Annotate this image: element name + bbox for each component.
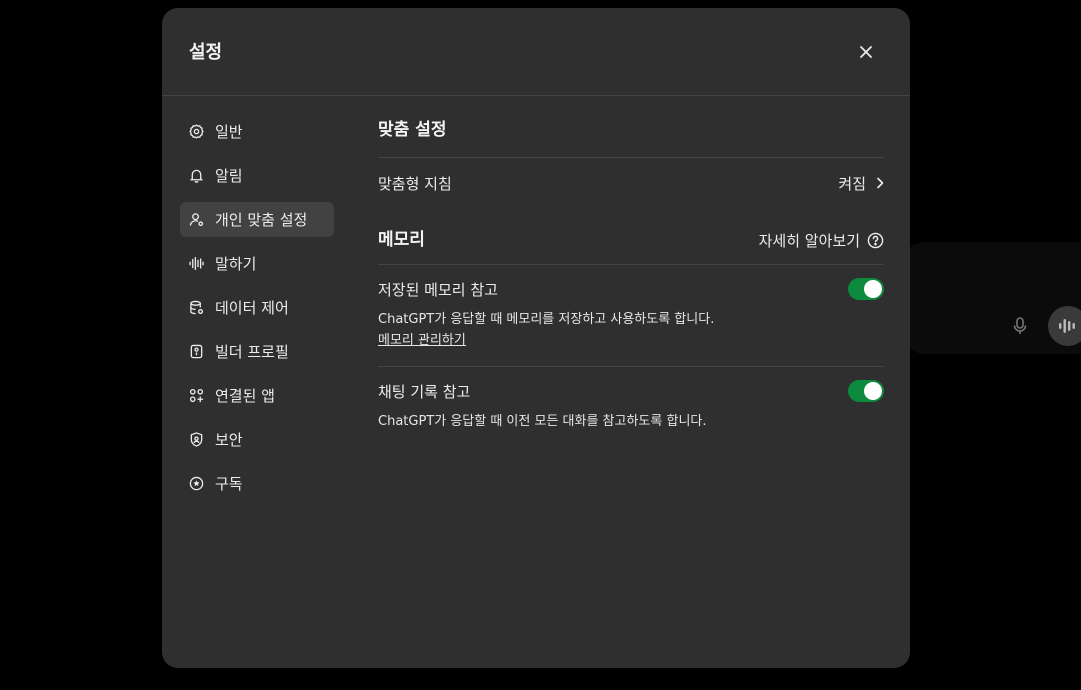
memory-heading: 메모리 [378,230,425,250]
custom-instructions-label: 맞춤형 지침 [378,174,452,193]
shield-icon [188,432,204,448]
personalization-heading: 맞춤 설정 [378,120,447,140]
manage-memory-link[interactable]: 메모리 관리하기 [378,333,466,348]
settings-content: 맞춤 설정 맞춤형 지침 켜짐 메모리 자세히 알아보기 저장된 메모리 참고 … [378,113,884,431]
chat-history-description: ChatGPT가 응답할 때 이전 모든 대화를 참고하도록 합니다. [378,414,707,429]
toggle-knob [864,382,882,400]
custom-instructions-row[interactable]: 맞춤형 지침 켜짐 [378,158,884,208]
sidebar-item-label: 연결된 앱 [215,387,275,405]
close-button[interactable] [852,38,880,66]
sidebar-item-builder-profile[interactable]: 빌더 프로필 [180,334,334,369]
database-gear-icon [188,300,204,316]
chevron-right-icon [877,177,884,189]
settings-sidebar: 일반 알림 개인 맞춤 설정 말하기 데이터 제어 빌더 프로필 연결된 앱 보… [180,114,334,510]
sidebar-item-data-controls[interactable]: 데이터 제어 [180,290,334,325]
learn-more-link[interactable]: 자세히 알아보기 [759,230,884,251]
sidebar-item-label: 보안 [215,431,243,449]
help-circle-icon [867,232,884,248]
divider [378,264,884,265]
dialog-title: 설정 [189,42,223,63]
chat-history-label: 채팅 기록 참고 [378,382,471,401]
saved-memory-toggle[interactable] [848,278,884,300]
custom-instructions-status: 켜짐 [838,174,866,193]
sidebar-item-label: 일반 [215,123,243,141]
settings-dialog: 설정 일반 알림 개인 맞춤 설정 말하기 데이터 제어 빌더 프로필 연결된 … [162,8,910,668]
gear-icon [188,124,204,140]
sidebar-item-label: 데이터 제어 [215,299,289,317]
toggle-knob [864,280,882,298]
divider [378,366,884,367]
waveform-icon [188,256,204,272]
apps-grid-icon [188,388,204,404]
saved-memory-label: 저장된 메모리 참고 [378,280,498,299]
sidebar-item-general[interactable]: 일반 [180,114,334,149]
chat-history-row: 채팅 기록 참고 [378,378,884,404]
sidebar-item-label: 구독 [215,475,243,493]
saved-memory-description: ChatGPT가 응답할 때 메모리를 저장하고 사용하도록 합니다. [378,312,715,327]
close-icon [860,46,872,58]
memory-header-row: 메모리 자세히 알아보기 [378,222,884,258]
learn-more-label: 자세히 알아보기 [758,231,860,250]
saved-memory-row: 저장된 메모리 참고 [378,276,884,302]
custom-instructions-button[interactable]: 켜짐 [838,173,884,194]
sidebar-item-label: 빌더 프로필 [215,343,289,361]
sidebar-item-speech[interactable]: 말하기 [180,246,334,281]
user-settings-icon [188,212,204,228]
chat-history-toggle[interactable] [848,380,884,402]
sidebar-item-label: 개인 맞춤 설정 [215,211,308,229]
dialog-header: 설정 [162,8,910,96]
microphone-icon[interactable] [1004,310,1036,342]
sidebar-item-label: 말하기 [215,255,257,273]
voice-mode-icon[interactable] [1048,306,1081,346]
sidebar-item-subscription[interactable]: 구독 [180,466,334,501]
sidebar-item-notifications[interactable]: 알림 [180,158,334,193]
bell-icon [188,168,204,184]
sidebar-item-label: 알림 [215,167,243,185]
sidebar-item-security[interactable]: 보안 [180,422,334,457]
sidebar-item-connected-apps[interactable]: 연결된 앱 [180,378,334,413]
sidebar-item-personalization[interactable]: 개인 맞춤 설정 [180,202,334,237]
id-card-icon [188,344,204,360]
badge-icon [188,476,204,492]
